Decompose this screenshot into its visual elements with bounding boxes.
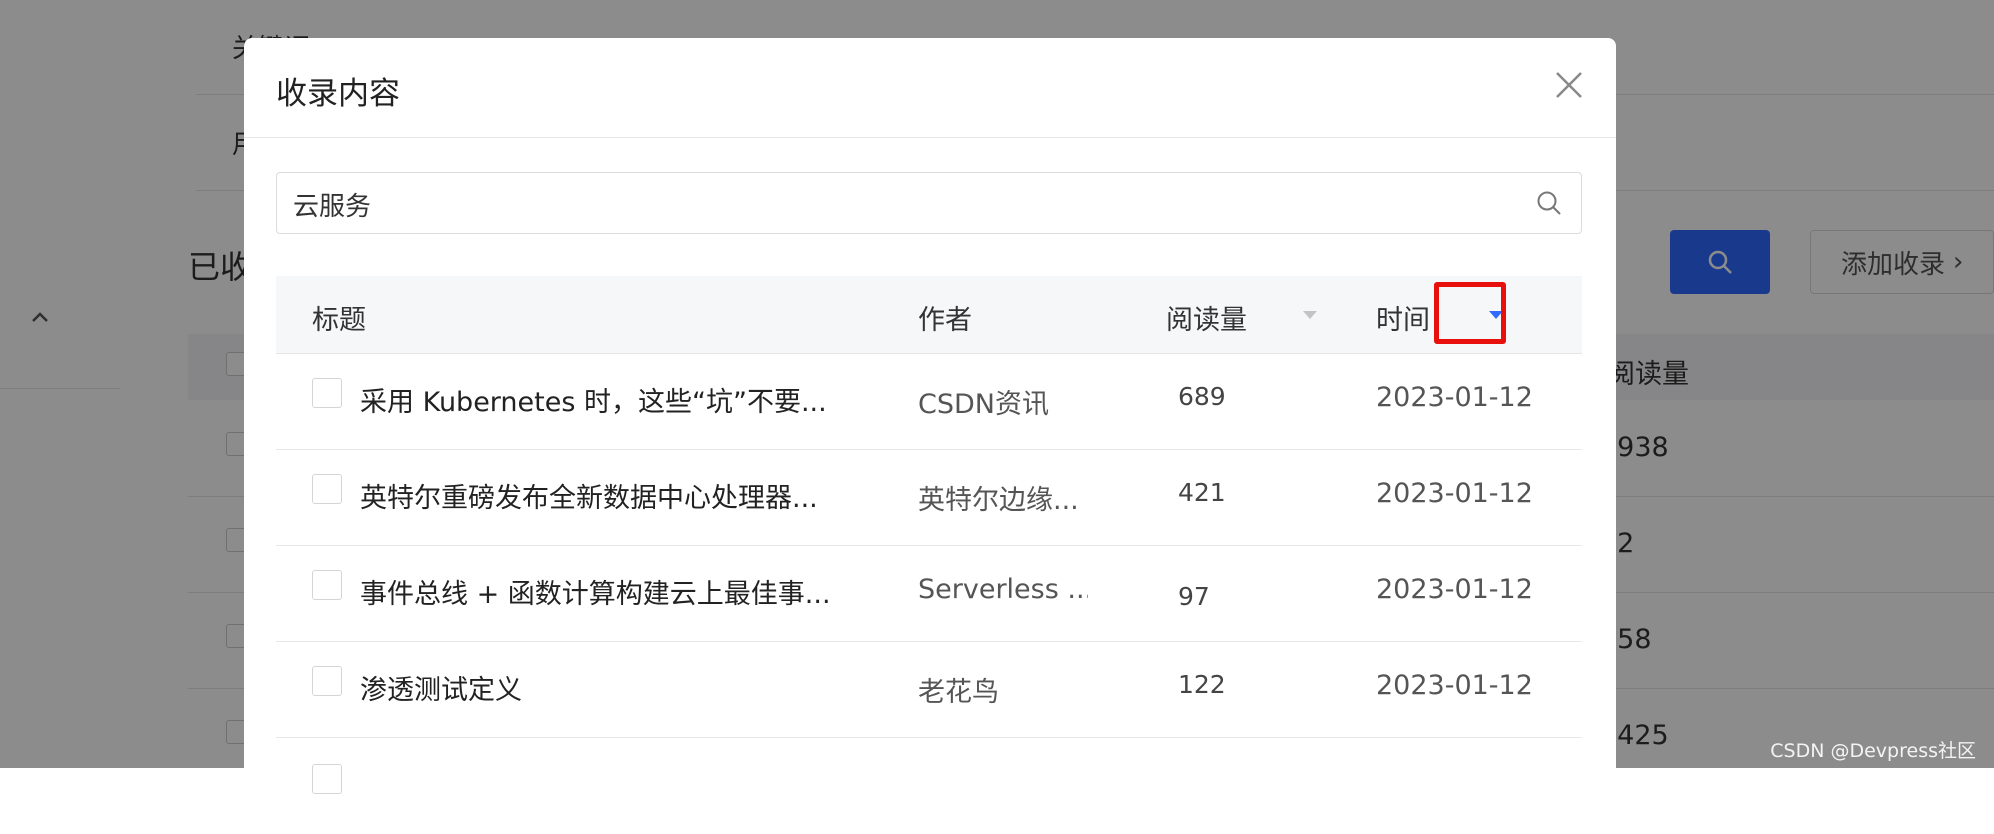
- table-row[interactable]: 渗透测试定义 老花鸟 122 2023-01-12: [276, 642, 1582, 738]
- column-header-title: 标题: [312, 305, 366, 336]
- table-row[interactable]: 采用 Kubernetes 时，这些“坑”不要... CSDN资讯 689 20…: [276, 354, 1582, 450]
- row-checkbox[interactable]: [312, 570, 342, 600]
- row-reads: 689: [1178, 382, 1226, 411]
- row-checkbox[interactable]: [312, 764, 342, 794]
- row-title: 渗透测试定义: [360, 675, 522, 706]
- row-author: Serverless ...: [918, 574, 1088, 605]
- column-header-time[interactable]: 时间: [1376, 298, 1430, 337]
- row-reads: 421: [1178, 478, 1226, 507]
- row-date: 2023-01-12: [1376, 382, 1533, 413]
- table-row[interactable]: 英特尔重磅发布全新数据中心处理器... 英特尔边缘... 421 2023-01…: [276, 450, 1582, 546]
- row-title: 事件总线 + 函数计算构建云上最佳事...: [360, 579, 831, 610]
- close-icon[interactable]: [1552, 68, 1586, 102]
- row-checkbox[interactable]: [312, 666, 342, 696]
- table-row[interactable]: [276, 738, 1582, 834]
- row-author: 老花鸟: [918, 677, 999, 708]
- row-date: 2023-01-12: [1376, 670, 1533, 701]
- row-date: 2023-01-12: [1376, 478, 1533, 509]
- row-title: 英特尔重磅发布全新数据中心处理器...: [360, 483, 818, 514]
- dialog-title: 收录内容: [276, 76, 400, 112]
- search-input[interactable]: [291, 181, 1515, 227]
- row-reads: 122: [1178, 670, 1226, 699]
- search-icon[interactable]: [1535, 189, 1563, 217]
- table-row[interactable]: 事件总线 + 函数计算构建云上最佳事... Serverless ... 97 …: [276, 546, 1582, 642]
- row-checkbox[interactable]: [312, 378, 342, 408]
- row-date: 2023-01-12: [1376, 574, 1533, 605]
- dialog-header: 收录内容: [244, 38, 1616, 138]
- row-author: CSDN资讯: [918, 389, 1049, 420]
- column-header-reads[interactable]: 阅读量: [1166, 298, 1247, 337]
- caret-down-icon[interactable]: [1302, 310, 1318, 320]
- row-title: 采用 Kubernetes 时，这些“坑”不要...: [360, 387, 827, 418]
- column-header-author: 作者: [918, 305, 972, 336]
- sort-highlight-annotation: [1434, 282, 1506, 344]
- collect-content-dialog: 收录内容 标题 作者 阅读量 时间 采用 Kubernetes 时，这些“坑”不…: [244, 38, 1616, 794]
- row-author: 英特尔边缘...: [918, 485, 1079, 516]
- search-box: [276, 172, 1582, 234]
- watermark: CSDN @Devpress社区: [1770, 740, 1976, 762]
- row-checkbox[interactable]: [312, 474, 342, 504]
- table-header: 标题 作者 阅读量 时间: [276, 276, 1582, 354]
- row-reads: 97: [1178, 582, 1210, 611]
